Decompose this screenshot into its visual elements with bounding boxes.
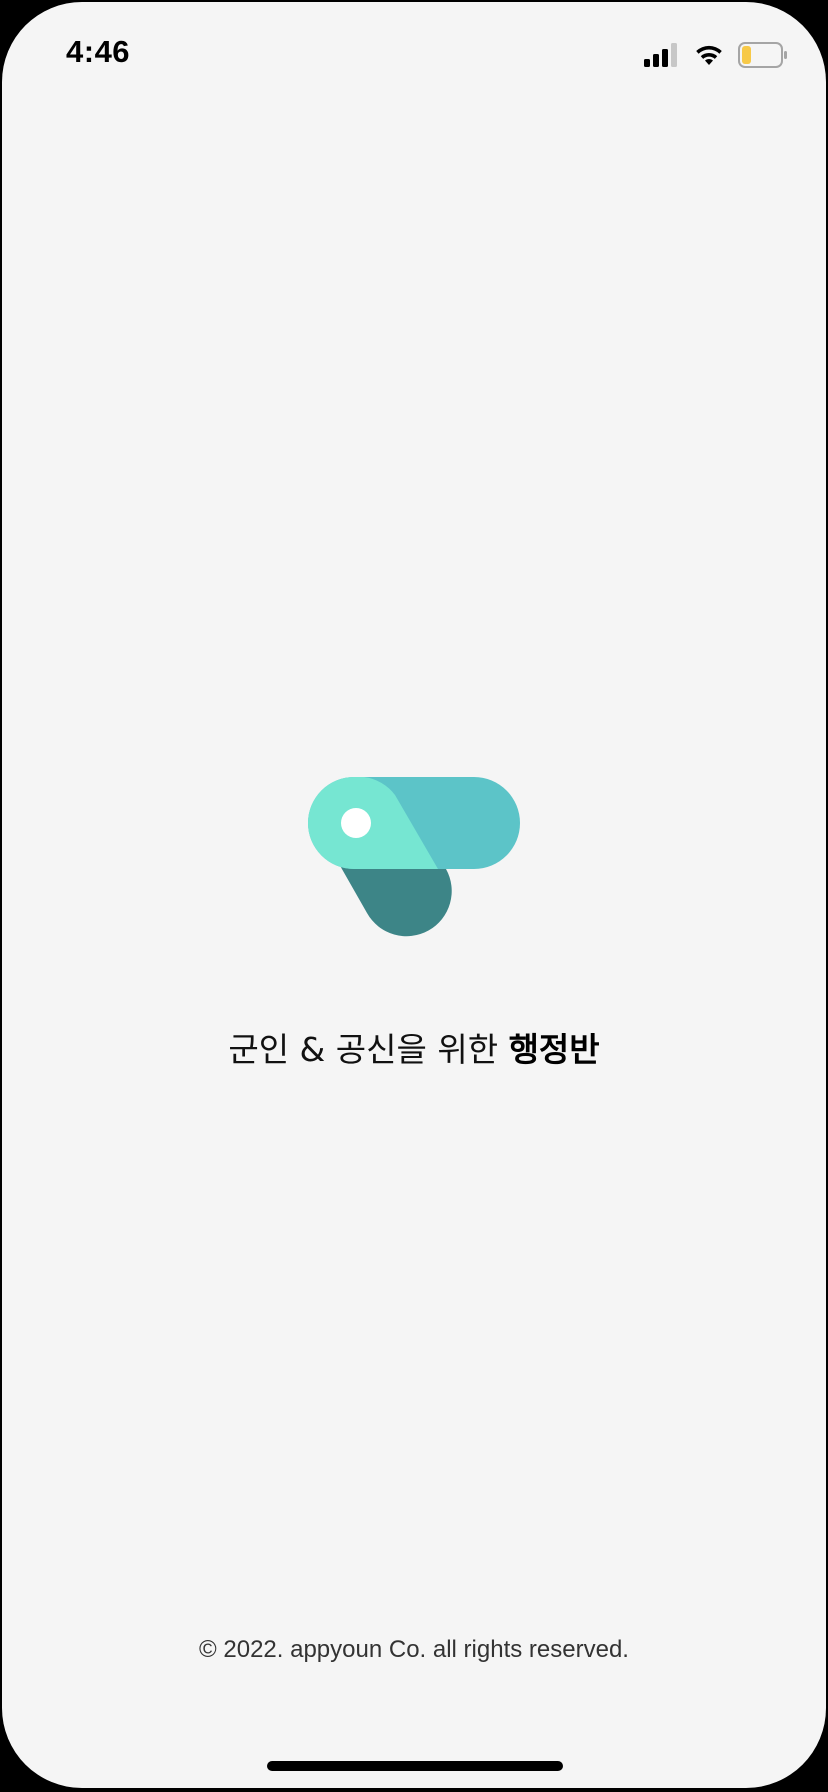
battery-icon bbox=[738, 42, 787, 68]
tagline: 군인 & 공신을 위한 행정반 bbox=[2, 1026, 826, 1074]
tagline-emphasis: 행정반 bbox=[508, 1030, 600, 1069]
status-bar: 4:46 bbox=[2, 2, 826, 102]
splash-screen: 4:46 군인 & 공신을 위한 행정반 © 2022. appyoun Co.… bbox=[2, 2, 826, 1788]
status-time: 4:46 bbox=[66, 34, 131, 69]
wifi-icon bbox=[696, 45, 722, 65]
copyright-notice: © 2022. appyoun Co. all rights reserved. bbox=[199, 1636, 629, 1663]
app-logo-icon bbox=[308, 777, 520, 937]
tagline-text: 군인 & 공신을 위한 bbox=[228, 1030, 509, 1069]
cellular-signal-icon bbox=[644, 43, 677, 67]
home-indicator[interactable] bbox=[267, 1761, 563, 1771]
device-frame: 4:46 군인 & 공신을 위한 행정반 © 2022. appyoun Co.… bbox=[0, 0, 828, 1792]
status-icons bbox=[644, 42, 788, 68]
